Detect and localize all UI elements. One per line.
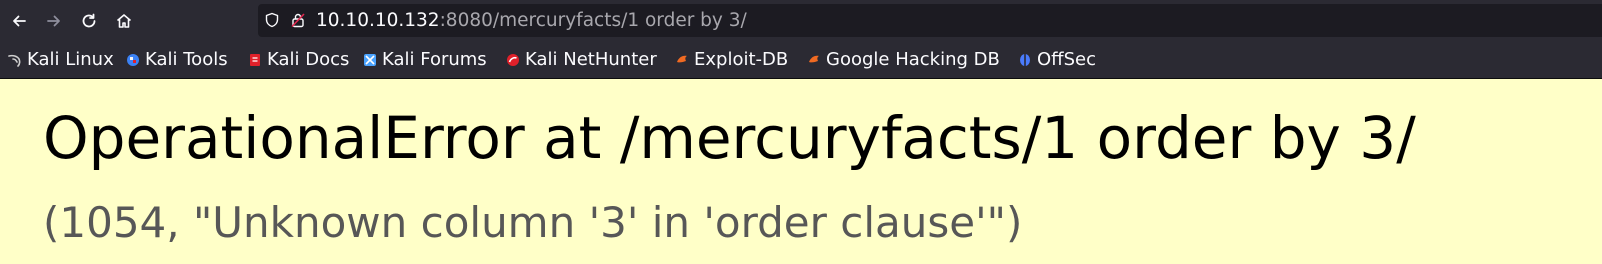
url-path: :8080/mercuryfacts/1 order by 3/ — [439, 10, 747, 31]
bookmark-exploit-db[interactable]: Exploit-DB — [675, 48, 788, 72]
forward-button[interactable] — [39, 6, 69, 36]
bookmark-label: Kali Linux — [27, 49, 114, 70]
error-page: OperationalError at /mercuryfacts/1 orde… — [0, 79, 1602, 264]
reload-button[interactable] — [74, 6, 104, 36]
shield-icon[interactable] — [264, 12, 280, 28]
kali-nethunter-icon — [507, 54, 519, 66]
insecure-lock-icon[interactable] — [290, 12, 306, 28]
bookmark-label: Google Hacking DB — [826, 49, 1000, 70]
bookmark-google-hacking-db[interactable]: Google Hacking DB — [807, 48, 1000, 72]
back-button[interactable] — [4, 6, 34, 36]
kali-tools-icon — [127, 54, 139, 66]
url-bar[interactable]: 10.10.10.132:8080/mercuryfacts/1 order b… — [258, 4, 1602, 37]
bookmark-label: OffSec — [1037, 49, 1096, 70]
bookmark-label: Exploit-DB — [694, 49, 789, 70]
kali-dragon-icon — [8, 54, 21, 67]
bookmark-kali-forums[interactable]: Kali Forums — [363, 48, 487, 72]
arrow-right-icon — [47, 15, 60, 27]
bookmark-kali-docs[interactable]: Kali Docs — [248, 48, 349, 72]
home-icon — [116, 14, 132, 28]
exploit-db-icon — [677, 55, 687, 63]
kali-docs-icon — [250, 54, 260, 66]
bookmark-kali-linux[interactable]: Kali Linux — [8, 48, 114, 72]
bookmarks-toolbar: Kali Linux Kali Tools Kali Docs Kali For… — [0, 42, 1602, 79]
kali-forums-icon — [364, 54, 376, 66]
google-hacking-db-icon — [809, 55, 819, 63]
offsec-icon — [1020, 54, 1030, 66]
home-button[interactable] — [109, 6, 139, 36]
reload-icon — [82, 13, 96, 28]
url-host: 10.10.10.132 — [316, 10, 440, 31]
bookmark-kali-tools[interactable]: Kali Tools — [126, 48, 228, 72]
error-message: (1054, "Unknown column '3' in 'order cla… — [43, 198, 1023, 247]
url-text[interactable]: 10.10.10.132:8080/mercuryfacts/1 order b… — [316, 9, 747, 33]
page-title: OperationalError at /mercuryfacts/1 orde… — [43, 104, 1416, 172]
bookmark-label: Kali NetHunter — [525, 49, 657, 70]
bookmark-kali-nethunter[interactable]: Kali NetHunter — [506, 48, 657, 72]
arrow-left-icon — [13, 15, 26, 27]
bookmark-offsec[interactable]: OffSec — [1018, 48, 1096, 72]
bookmark-label: Kali Tools — [145, 49, 228, 70]
browser-toolbar: 10.10.10.132:8080/mercuryfacts/1 order b… — [0, 0, 1602, 42]
bookmark-label: Kali Forums — [382, 49, 487, 70]
bookmark-label: Kali Docs — [267, 49, 350, 70]
